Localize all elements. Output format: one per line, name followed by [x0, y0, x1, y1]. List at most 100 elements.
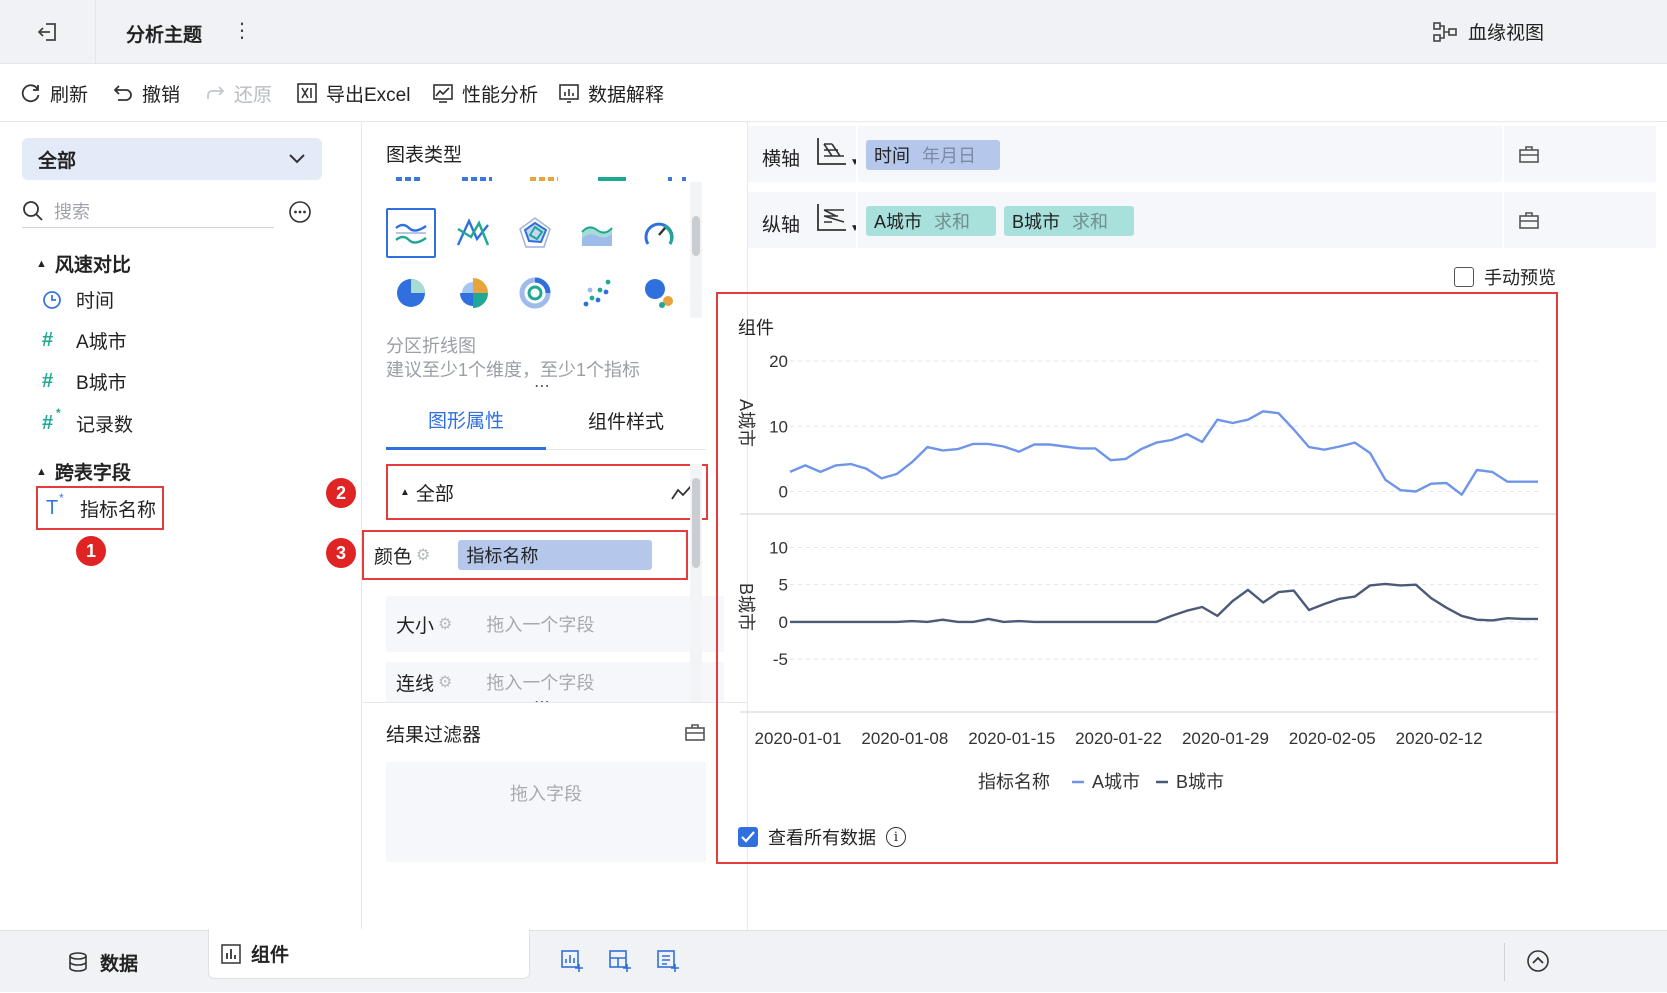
- manual-preview-toggle[interactable]: 手动预览: [1454, 264, 1556, 290]
- view-all-data-label: 查看所有数据: [768, 828, 876, 848]
- more-options-button[interactable]: [288, 200, 312, 224]
- redo-button[interactable]: 还原: [204, 78, 272, 108]
- group-header[interactable]: ▲ 风速对比: [36, 250, 131, 277]
- field-panel: 全部 搜索 ▲ 风速对比 时间 # A城市 # B城市 # * 记录数 ▲ 跨表字…: [0, 122, 362, 930]
- lineage-label: 血缘视图: [1468, 23, 1545, 44]
- chart-type-title: 图表类型: [386, 145, 463, 166]
- scope-dropdown[interactable]: 全部: [22, 138, 322, 180]
- series-line-a: [789, 410, 1538, 496]
- scope-dropdown-value: 全部: [38, 150, 77, 172]
- chart-config-panel: 图表类型 分区折线图 建议至少1个维度，至少1个指标 ⋯ 图形属性 组件样式 ▲…: [326, 122, 748, 930]
- more-menu-button[interactable]: ⋮: [232, 18, 252, 43]
- field-label: 时间: [76, 291, 115, 312]
- performance-label: 性能分析: [462, 84, 539, 106]
- scatter-chart-icon: [583, 279, 611, 307]
- pie-chart-icon: [397, 279, 425, 307]
- pill-label: 时间: [874, 146, 910, 166]
- data-explain-button[interactable]: 数据解释: [558, 78, 664, 108]
- x-axis-type-button[interactable]: ▼: [814, 136, 860, 168]
- bubble-chart-icon: [645, 279, 673, 308]
- add-story-icon[interactable]: [656, 949, 680, 973]
- clock-icon: [43, 290, 61, 309]
- lineage-view-button[interactable]: 血缘视图: [1432, 18, 1544, 45]
- x-tick-label: 2020-01-08: [861, 729, 948, 748]
- all-marks-row[interactable]: ▲ 全部: [386, 464, 708, 520]
- chart-type-bubble[interactable]: [634, 268, 684, 318]
- tab-graphic-props[interactable]: 图形属性: [386, 392, 546, 450]
- performance-button[interactable]: 性能分析: [432, 78, 538, 108]
- data-explain-label: 数据解释: [588, 84, 665, 106]
- tab-label: 数据: [99, 953, 138, 975]
- y-field-pill-b[interactable]: B城市 求和: [1004, 206, 1134, 236]
- y-field-pill-a[interactable]: A城市 求和: [866, 206, 996, 236]
- y-tick-label: 0: [779, 482, 788, 501]
- legend-title: 指标名称: [978, 772, 1050, 792]
- collapse-triangle-icon: ▲: [36, 465, 47, 478]
- ellipsis-circle-icon: [289, 201, 311, 223]
- toolbox-icon[interactable]: [684, 722, 706, 742]
- props-scrollbar[interactable]: [690, 464, 702, 702]
- chart-type-area[interactable]: [572, 208, 622, 258]
- chevron-down-icon: [289, 154, 305, 164]
- step-badge: 2: [326, 478, 356, 508]
- size-prop-row[interactable]: 大小 ⚙ 拖入一个字段: [386, 596, 724, 652]
- y-axis-title: A城市: [736, 399, 756, 447]
- undo-button[interactable]: 撤销: [112, 78, 180, 108]
- exit-button[interactable]: [0, 0, 96, 64]
- field-item[interactable]: # A城市: [42, 327, 127, 354]
- y-axis-type-button[interactable]: ▼: [814, 202, 860, 234]
- field-item[interactable]: # B城市: [42, 368, 127, 395]
- connect-prop-row[interactable]: 连线 ⚙ 拖入一个字段: [386, 662, 724, 702]
- field-item[interactable]: 时间: [42, 286, 114, 313]
- add-component-icon[interactable]: [560, 949, 584, 973]
- x-shelf-divider: [856, 126, 858, 182]
- y-tick-label: 10: [769, 538, 788, 557]
- drop-placeholder[interactable]: 拖入一个字段: [486, 611, 594, 637]
- collapse-up-icon[interactable]: [1526, 949, 1550, 973]
- y-axis-title: B城市: [736, 583, 756, 631]
- info-icon[interactable]: i: [886, 827, 906, 847]
- chart-type-radar[interactable]: [510, 208, 560, 258]
- x-field-pill[interactable]: 时间 年月日: [866, 140, 1000, 170]
- color-field-pill[interactable]: 指标名称: [458, 540, 653, 570]
- toolbox-icon[interactable]: [1518, 210, 1540, 230]
- field-search[interactable]: 搜索: [22, 194, 274, 228]
- pill-label: B城市: [1012, 212, 1061, 232]
- prop-label: 颜色: [374, 546, 413, 568]
- chart-type-custom-line[interactable]: [448, 208, 498, 258]
- toolbox-icon[interactable]: [1518, 144, 1540, 164]
- tab-data[interactable]: 数据: [0, 931, 206, 993]
- export-excel-button[interactable]: 导出Excel: [296, 78, 410, 108]
- field-item-metric-name[interactable]: T * 指标名称: [36, 486, 164, 530]
- checkbox[interactable]: [1454, 267, 1474, 287]
- chart-type-partition-line[interactable]: [386, 208, 436, 258]
- x-tick-label: 2020-02-12: [1396, 729, 1483, 748]
- field-item[interactable]: # * 记录数: [42, 406, 133, 437]
- chart-type-gauge[interactable]: [634, 208, 684, 258]
- exit-icon: [37, 23, 56, 41]
- tab-component-style[interactable]: 组件样式: [546, 392, 706, 450]
- chart-type-rose-pie[interactable]: [448, 268, 498, 318]
- lineage-icon: [1433, 21, 1457, 42]
- y-tick-label: 10: [769, 417, 788, 436]
- group-header[interactable]: ▲ 跨表字段: [36, 458, 131, 485]
- chart-type-pie[interactable]: [386, 268, 436, 318]
- search-input[interactable]: 搜索: [54, 198, 90, 224]
- x-tick-label: 2020-01-29: [1182, 729, 1269, 748]
- y-tick-label: -5: [773, 650, 788, 669]
- hash-star-icon: # *: [42, 406, 61, 434]
- add-dashboard-icon[interactable]: [608, 949, 632, 973]
- hash-icon: #: [42, 329, 54, 351]
- chart-type-scatter[interactable]: [572, 268, 622, 318]
- view-all-data-row[interactable]: 查看所有数据 i: [738, 824, 906, 850]
- step-badge: 1: [76, 536, 106, 566]
- filter-drop-zone[interactable]: 拖入字段: [386, 762, 706, 862]
- chart-type-donut[interactable]: [510, 268, 560, 318]
- color-prop-row[interactable]: 颜色 ⚙ 指标名称: [362, 530, 688, 580]
- checkbox-checked[interactable]: [738, 827, 758, 847]
- tab-component[interactable]: 组件: [208, 929, 530, 979]
- refresh-button[interactable]: 刷新: [20, 78, 88, 108]
- area-chart-icon: [581, 226, 613, 246]
- chart-type-scrollbar[interactable]: [690, 182, 702, 318]
- partition-line-chart-icon: [395, 223, 427, 244]
